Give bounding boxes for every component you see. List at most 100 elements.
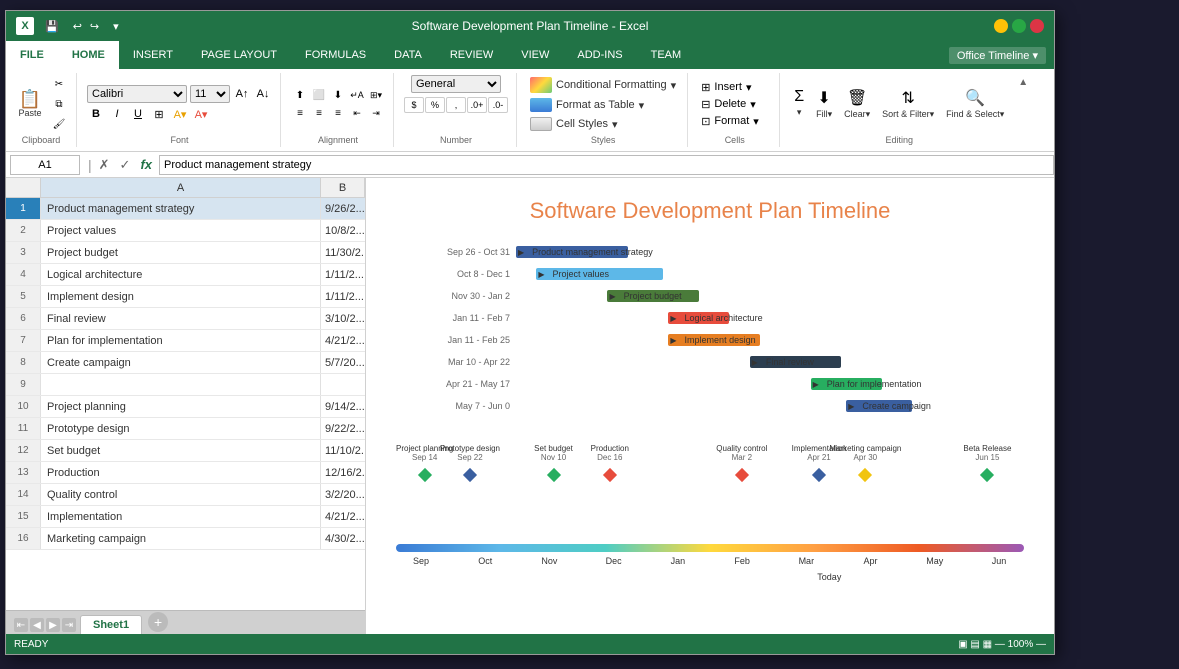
cell-b6[interactable]: 3/10/2... [321, 308, 365, 329]
cell-a10[interactable]: Project planning [41, 396, 321, 417]
tab-insert[interactable]: INSERT [119, 41, 187, 69]
delete-button[interactable]: ⊟ Delete ▾ [698, 97, 762, 112]
cell-a16[interactable]: Marketing campaign [41, 528, 321, 549]
find-select-button[interactable]: 🔍 Find & Select▾ [942, 86, 1008, 122]
number-format-select[interactable]: General [411, 75, 501, 93]
cell-b9[interactable] [321, 374, 365, 395]
cell-a1[interactable]: Product management strategy [41, 198, 321, 219]
border-button[interactable]: ⊞ [150, 105, 168, 123]
cell-a4[interactable]: Logical architecture [41, 264, 321, 285]
bold-button[interactable]: B [87, 105, 105, 123]
fill-button[interactable]: ⬇ Fill▾ [812, 86, 836, 122]
increase-indent-button[interactable]: ⇥ [367, 105, 385, 121]
table-row[interactable]: 4 Logical architecture 1/11/2... [6, 264, 365, 286]
cell-a13[interactable]: Production [41, 462, 321, 483]
table-row[interactable]: 3 Project budget 11/30/2... [6, 242, 365, 264]
tab-file[interactable]: FILE [6, 41, 58, 69]
align-center-button[interactable]: ≡ [310, 105, 328, 121]
table-row[interactable]: 6 Final review 3/10/2... [6, 308, 365, 330]
paste-button[interactable]: 📋 Paste [14, 88, 46, 120]
add-sheet-button[interactable]: + [148, 612, 168, 632]
cell-a7[interactable]: Plan for implementation [41, 330, 321, 351]
percent-button[interactable]: % [425, 97, 445, 113]
cell-b7[interactable]: 4/21/2... [321, 330, 365, 351]
cell-b8[interactable]: 5/7/20... [321, 352, 365, 373]
table-row[interactable]: 7 Plan for implementation 4/21/2... [6, 330, 365, 352]
function-icon[interactable]: fx [137, 156, 155, 174]
cell-b1[interactable]: 9/26/2... [321, 198, 365, 219]
align-left-button[interactable]: ≡ [291, 105, 309, 121]
cell-a9[interactable] [41, 374, 321, 395]
align-top-button[interactable]: ⬆ [291, 87, 309, 103]
table-row[interactable]: 10 Project planning 9/14/2... [6, 396, 365, 418]
cell-reference-input[interactable] [10, 155, 80, 175]
sheet-nav-first[interactable]: ⇤ [14, 618, 28, 632]
customize-qat-button[interactable]: ▾ [110, 20, 122, 33]
tab-data[interactable]: DATA [380, 41, 436, 69]
cell-b5[interactable]: 1/11/2... [321, 286, 365, 307]
table-row[interactable]: 11 Prototype design 9/22/2... [6, 418, 365, 440]
tab-formulas[interactable]: FORMULAS [291, 41, 380, 69]
tab-view[interactable]: VIEW [507, 41, 563, 69]
cell-b13[interactable]: 12/16/2... [321, 462, 365, 483]
cell-a12[interactable]: Set budget [41, 440, 321, 461]
merge-button[interactable]: ⊞▾ [367, 87, 385, 103]
sheet-nav-prev[interactable]: ◀ [30, 618, 44, 632]
tab-team[interactable]: TEAM [637, 41, 696, 69]
tab-home[interactable]: HOME [58, 41, 119, 69]
table-row[interactable]: 16 Marketing campaign 4/30/2... [6, 528, 365, 550]
cell-b3[interactable]: 11/30/2... [321, 242, 365, 263]
copy-button[interactable]: ⧉ [50, 95, 68, 113]
confirm-icon[interactable]: ✓ [117, 156, 134, 174]
wrap-text-button[interactable]: ↵A [348, 87, 366, 103]
conditional-formatting-button[interactable]: Conditional Formatting ▾ [527, 76, 679, 94]
col-b-header[interactable]: B [321, 178, 365, 197]
dec-decrease-button[interactable]: .0- [488, 97, 508, 113]
sheet-tab-sheet1[interactable]: Sheet1 [80, 615, 142, 634]
font-family-select[interactable]: Calibri [87, 85, 187, 103]
dollar-button[interactable]: $ [404, 97, 424, 113]
font-size-select[interactable]: 11 [190, 85, 230, 103]
cell-b4[interactable]: 1/11/2... [321, 264, 365, 285]
table-row[interactable]: 1 Product management strategy 9/26/2... [6, 198, 365, 220]
autosum-button[interactable]: Σ ▾ [790, 86, 808, 122]
quick-save-button[interactable]: 💾 [42, 20, 62, 33]
tab-add-ins[interactable]: ADD-INS [563, 41, 636, 69]
format-button[interactable]: ⊡ Format ▾ [698, 114, 762, 129]
table-row[interactable]: 2 Project values 10/8/2... [6, 220, 365, 242]
cut-button[interactable]: ✂ [50, 75, 68, 93]
cell-a2[interactable]: Project values [41, 220, 321, 241]
close-button[interactable] [1030, 19, 1044, 33]
table-row[interactable]: 5 Implement design 1/11/2... [6, 286, 365, 308]
table-row[interactable]: 12 Set budget 11/10/2... [6, 440, 365, 462]
align-right-button[interactable]: ≡ [329, 105, 347, 121]
sheet-nav-next[interactable]: ▶ [46, 618, 60, 632]
redo-button[interactable]: ↪ [87, 20, 102, 33]
formula-input[interactable] [159, 155, 1054, 175]
clear-button[interactable]: 🗑 Clear▾ [840, 86, 874, 122]
fill-color-button[interactable]: A▾ [171, 105, 189, 123]
insert-button[interactable]: ⊞ Insert ▾ [698, 80, 762, 95]
sheet-nav-last[interactable]: ⇥ [62, 618, 76, 632]
table-row[interactable]: 13 Production 12/16/2... [6, 462, 365, 484]
cell-b14[interactable]: 3/2/20... [321, 484, 365, 505]
cell-a8[interactable]: Create campaign [41, 352, 321, 373]
font-shrink-button[interactable]: A↓ [254, 85, 272, 103]
format-painter-button[interactable]: 🖌 [50, 115, 68, 133]
cell-styles-button[interactable]: Cell Styles ▾ [527, 116, 679, 132]
font-grow-button[interactable]: A↑ [233, 85, 251, 103]
tab-review[interactable]: REVIEW [436, 41, 507, 69]
ribbon-collapse[interactable]: ▲ [1018, 73, 1032, 147]
cell-b15[interactable]: 4/21/2... [321, 506, 365, 527]
cell-a11[interactable]: Prototype design [41, 418, 321, 439]
cell-b11[interactable]: 9/22/2... [321, 418, 365, 439]
cell-b10[interactable]: 9/14/2... [321, 396, 365, 417]
format-as-table-button[interactable]: Format as Table ▾ [527, 97, 679, 113]
tab-page-layout[interactable]: PAGE LAYOUT [187, 41, 291, 69]
table-row[interactable]: 15 Implementation 4/21/2... [6, 506, 365, 528]
cell-a5[interactable]: Implement design [41, 286, 321, 307]
cell-a15[interactable]: Implementation [41, 506, 321, 527]
cell-a6[interactable]: Final review [41, 308, 321, 329]
cell-b16[interactable]: 4/30/2... [321, 528, 365, 549]
decrease-indent-button[interactable]: ⇤ [348, 105, 366, 121]
